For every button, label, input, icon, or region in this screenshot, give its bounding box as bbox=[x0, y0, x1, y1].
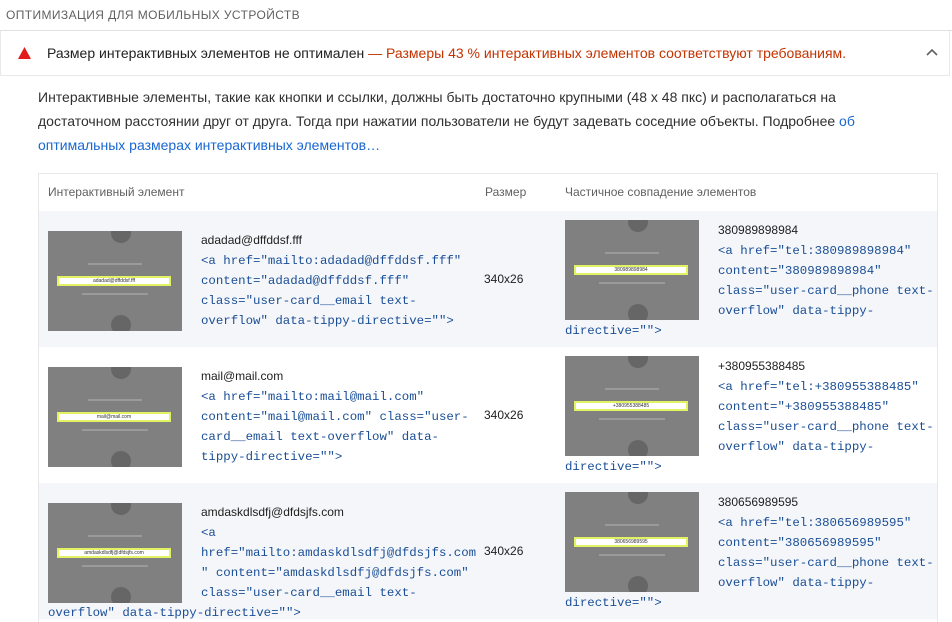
target-snippet-line: tippy-directive=""> bbox=[201, 450, 343, 464]
target-screenshot: mail@mail.com bbox=[48, 367, 182, 467]
overlap-screenshot: 380656989595 bbox=[565, 492, 699, 592]
highlighted-element: +380955388485 bbox=[574, 401, 688, 411]
target-size: 340x26 bbox=[484, 408, 524, 422]
highlighted-element: mail@mail.com bbox=[57, 412, 171, 422]
target-size: 340x26 bbox=[484, 272, 524, 286]
target-screenshot: adadad@dffddsf.fff bbox=[48, 231, 182, 331]
table-row: amdaskdlsdfj@dfdsjfs.com 380656989595 amda… bbox=[39, 483, 937, 620]
overlap-node-label: 380656989595 bbox=[718, 495, 799, 509]
target-snippet-line: class="user-card__email text- bbox=[201, 294, 417, 308]
audit-header[interactable]: Размер интерактивных элементов не оптима… bbox=[0, 31, 950, 76]
avatar-thumbnail bbox=[627, 356, 648, 368]
column-header-size: Размер bbox=[485, 185, 527, 199]
avatar-thumbnail bbox=[110, 587, 131, 603]
thumbnail-text-line bbox=[605, 388, 659, 390]
overlap-snippet-tail: directive=""> bbox=[565, 596, 662, 610]
details-table: Интерактивный элемент Размер Частичное с… bbox=[38, 173, 938, 622]
overlap-snippet-line: overflow" data-tippy- bbox=[718, 304, 875, 318]
audit-result: Размеры 43 % интерактивных элементов соо… bbox=[386, 45, 847, 61]
description-text: Интерактивные элементы, такие как кнопки… bbox=[38, 89, 840, 129]
overlap-snippet-tail: directive=""> bbox=[565, 324, 662, 338]
audit-dash: — bbox=[368, 45, 383, 61]
avatar-thumbnail bbox=[110, 451, 131, 467]
thumbnail-text-line bbox=[599, 554, 665, 556]
highlighted-element: 380989898984 bbox=[574, 265, 688, 275]
overlap-snippet-line: <a href="tel:380656989595" bbox=[718, 516, 912, 530]
audit-title: Размер интерактивных элементов не оптима… bbox=[47, 45, 365, 61]
chevron-up-icon[interactable] bbox=[925, 47, 939, 57]
overlap-node-label: 380989898984 bbox=[718, 223, 799, 237]
overlap-snippet-line: content="380656989595" bbox=[718, 536, 882, 550]
audit-description: Интерактивные элементы, такие как кнопки… bbox=[38, 85, 888, 157]
highlighted-element: 380656989595 bbox=[574, 537, 688, 547]
table-row: adadad@dffddsf.fff 380989898984 adadad@dff… bbox=[39, 211, 937, 347]
thumbnail-text-line bbox=[88, 263, 142, 265]
thumbnail-text-line bbox=[82, 565, 148, 567]
avatar-thumbnail bbox=[110, 367, 131, 379]
overlap-snippet-line: <a href="tel:+380955388485" bbox=[718, 380, 919, 394]
overlap-snippet-line: class="user-card__phone text- bbox=[718, 556, 934, 570]
target-node-label: adadad@dffddsf.fff bbox=[201, 233, 302, 247]
highlighted-element: adadad@dffddsf.fff bbox=[57, 276, 171, 286]
target-size: 340x26 bbox=[484, 544, 524, 558]
thumbnail-text-line bbox=[88, 399, 142, 401]
avatar-thumbnail bbox=[627, 492, 648, 504]
target-snippet-line: <a href="mailto:mail@mail.com" bbox=[201, 390, 425, 404]
target-snippet-line: <a href="mailto:adadad@dffddsf.fff" bbox=[201, 254, 462, 268]
avatar-thumbnail bbox=[110, 231, 131, 243]
thumbnail-text-line bbox=[599, 418, 665, 420]
target-node-label: amdaskdlsdfj@dfdsjfs.com bbox=[201, 505, 344, 519]
target-snippet-line: class="user-card__email text- bbox=[201, 586, 417, 600]
thumbnail-text-line bbox=[82, 293, 148, 295]
overlap-snippet-tail: directive=""> bbox=[565, 460, 662, 474]
overlap-snippet-line: <a href="tel:380989898984" bbox=[718, 244, 912, 258]
overlap-screenshot: +380955388485 bbox=[565, 356, 699, 456]
avatar-thumbnail bbox=[110, 503, 131, 515]
target-snippet-line: card__email text-overflow" data- bbox=[201, 430, 439, 444]
table-header: Интерактивный элемент Размер Частичное с… bbox=[39, 174, 937, 212]
target-snippet-line: overflow" data-tippy-directive=""> bbox=[201, 314, 454, 328]
warning-triangle-icon bbox=[18, 47, 31, 59]
target-snippet-line: " content="amdaskdlsdfj@dfdsjfs.com" bbox=[201, 566, 469, 580]
audit-title-line: Размер интерактивных элементов не оптима… bbox=[47, 45, 846, 61]
overlap-snippet-line: overflow" data-tippy- bbox=[718, 440, 875, 454]
thumbnail-text-line bbox=[88, 535, 142, 537]
column-header-target: Интерактивный элемент bbox=[48, 185, 185, 199]
overlap-snippet-line: class="user-card__phone text- bbox=[718, 420, 934, 434]
target-snippet-line: content="mail@mail.com" class="user- bbox=[201, 410, 469, 424]
target-snippet-line: content="adadad@dffddsf.fff" bbox=[201, 274, 410, 288]
thumbnail-text-line bbox=[605, 524, 659, 526]
overlap-snippet-line: content="380989898984" bbox=[718, 264, 882, 278]
avatar-thumbnail bbox=[627, 576, 648, 592]
avatar-thumbnail bbox=[627, 220, 648, 232]
thumbnail-text-line bbox=[82, 429, 148, 431]
thumbnail-text-line bbox=[599, 282, 665, 284]
target-snippet-tail: overflow" data-tippy-directive=""> bbox=[48, 606, 301, 620]
avatar-thumbnail bbox=[627, 304, 648, 320]
target-snippet-line: <a bbox=[201, 526, 216, 540]
thumbnail-text-line bbox=[605, 252, 659, 254]
overlap-screenshot: 380989898984 bbox=[565, 220, 699, 320]
target-snippet-line: href="mailto:amdaskdlsdfj@dfdsjfs.com bbox=[201, 546, 477, 560]
table-row: mail@mail.com +380955388485 mail@mail.com <… bbox=[39, 347, 937, 483]
overlap-snippet-line: content="+380955388485" bbox=[718, 400, 890, 414]
highlighted-element: amdaskdlsdfj@dfdsjfs.com bbox=[57, 548, 171, 558]
overlap-snippet-line: class="user-card__phone text- bbox=[718, 284, 934, 298]
column-header-overlap: Частичное совпадение элементов bbox=[565, 185, 757, 199]
target-node-label: mail@mail.com bbox=[201, 369, 284, 383]
avatar-thumbnail bbox=[627, 440, 648, 456]
target-screenshot: amdaskdlsdfj@dfdsjfs.com bbox=[48, 503, 182, 603]
overlap-snippet-line: overflow" data-tippy- bbox=[718, 576, 875, 590]
avatar-thumbnail bbox=[110, 315, 131, 331]
overlap-node-label: +380955388485 bbox=[718, 359, 806, 373]
section-title: ОПТИМИЗАЦИЯ ДЛЯ МОБИЛЬНЫХ УСТРОЙСТВ bbox=[6, 8, 301, 22]
